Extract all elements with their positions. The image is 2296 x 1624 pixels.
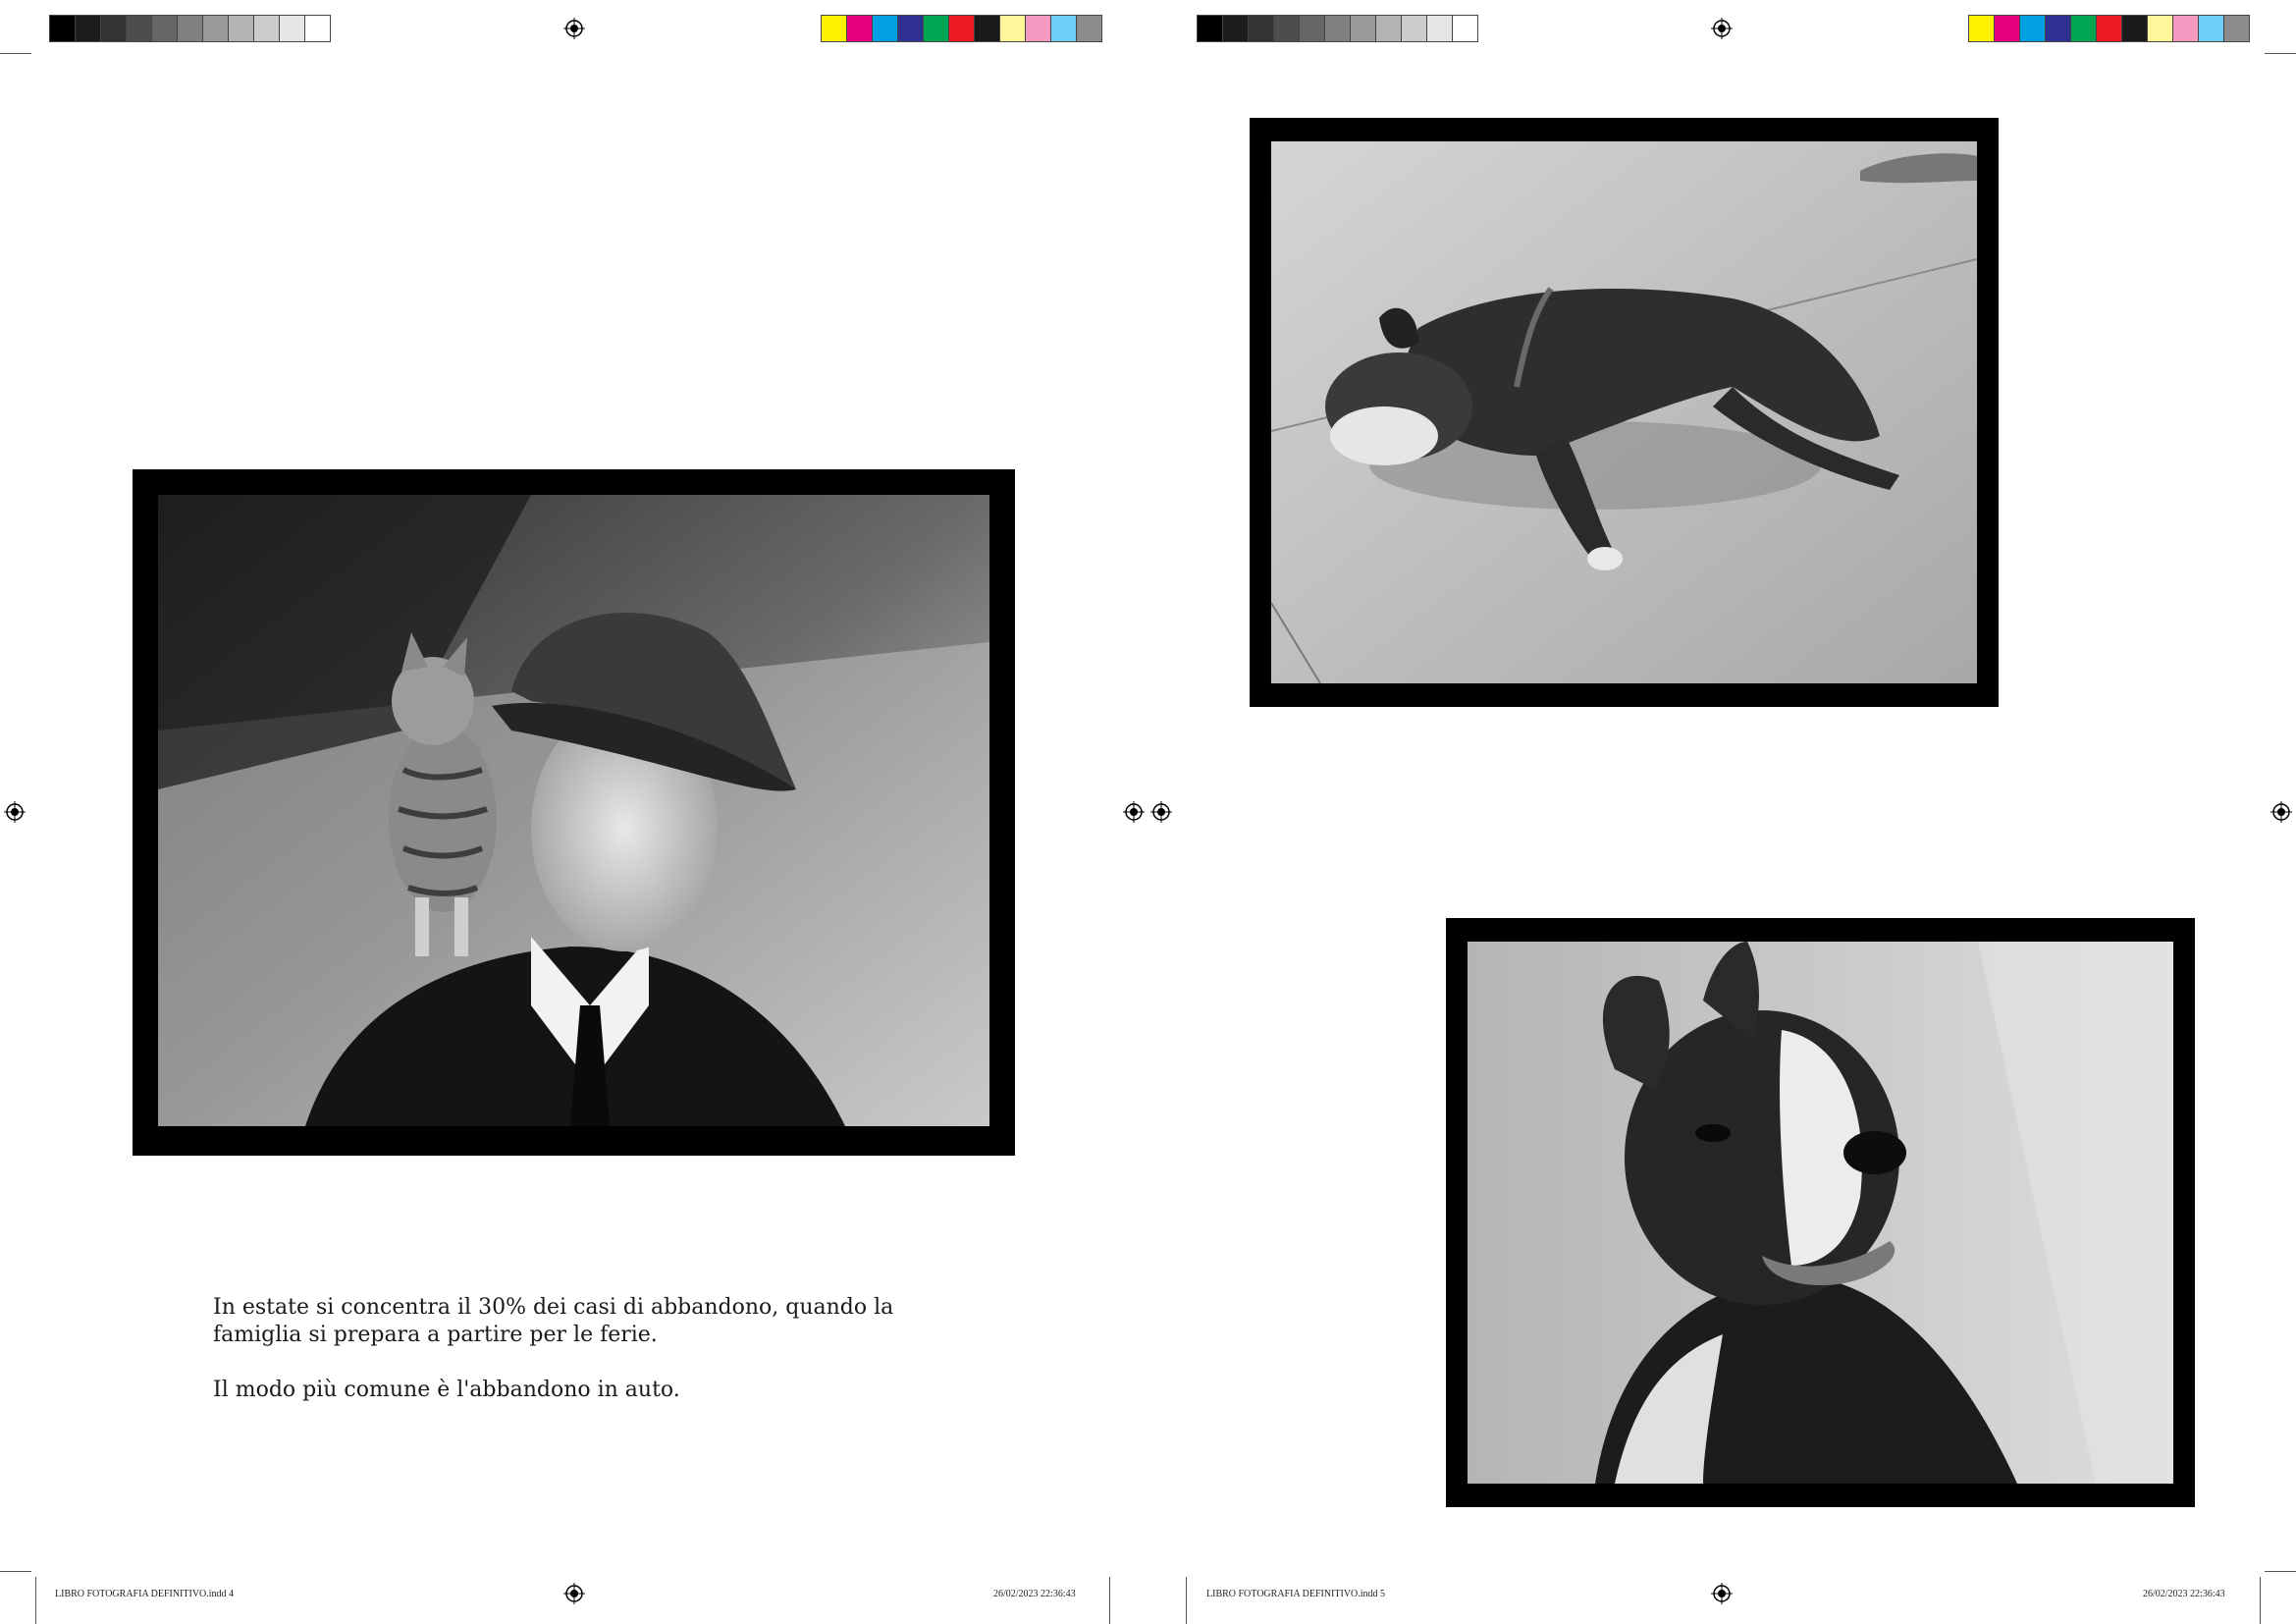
- crop-mark: [2265, 1571, 2296, 1572]
- photo-frame-dog-portrait: [1446, 918, 2195, 1507]
- color-swatch: [999, 15, 1026, 42]
- color-swatch: [897, 15, 924, 42]
- registration-mark-icon: [1123, 801, 1145, 823]
- photo-sleeping-boston-terrier-icon: [1271, 141, 1977, 683]
- color-swatch: [974, 15, 1000, 42]
- photo-boston-terrier-portrait-icon: [1468, 942, 2173, 1484]
- color-swatch-strip-right: [1968, 15, 2250, 42]
- registration-mark-icon: [1711, 18, 1733, 39]
- color-swatch: [846, 15, 873, 42]
- color-swatch: [1050, 15, 1077, 42]
- color-swatch: [2019, 15, 2046, 42]
- color-swatch: [1273, 15, 1300, 42]
- color-swatch: [2121, 15, 2148, 42]
- slug-file-name: LIBRO FOTOGRAFIA DEFINITIVO.indd 5: [1206, 1589, 1386, 1599]
- color-swatch: [49, 15, 76, 42]
- crop-mark: [1186, 1577, 1187, 1624]
- right-page: LIBRO FOTOGRAFIA DEFINITIVO.indd 5 26/02…: [1148, 0, 2296, 1624]
- color-swatch: [1452, 15, 1478, 42]
- color-swatch: [2172, 15, 2199, 42]
- color-swatch: [304, 15, 331, 42]
- color-swatch: [1299, 15, 1325, 42]
- color-swatch: [1076, 15, 1102, 42]
- crop-mark: [1109, 1577, 1110, 1624]
- registration-mark-icon: [1150, 801, 1172, 823]
- slug-datetime: 26/02/2023 22:36:43: [2143, 1589, 2225, 1599]
- crop-mark: [2265, 53, 2296, 54]
- color-swatch: [923, 15, 949, 42]
- color-swatch: [2223, 15, 2250, 42]
- color-swatch: [2070, 15, 2097, 42]
- registration-mark-icon: [4, 801, 26, 823]
- registration-mark-icon: [1711, 1583, 1733, 1604]
- color-swatch: [151, 15, 178, 42]
- crop-mark: [35, 1577, 36, 1624]
- color-swatch: [821, 15, 847, 42]
- color-swatch: [202, 15, 229, 42]
- color-swatch: [2045, 15, 2071, 42]
- gray-swatch-strip-left: [49, 15, 331, 42]
- color-swatch: [2096, 15, 2122, 42]
- slug-datetime: 26/02/2023 22:36:43: [993, 1589, 1076, 1599]
- color-swatch: [948, 15, 975, 42]
- body-paragraph-2: Il modo più comune è l'abbandono in auto…: [213, 1378, 680, 1402]
- color-swatch: [2147, 15, 2173, 42]
- color-swatch: [1968, 15, 1995, 42]
- photo-frame-sleeping-dog: [1250, 118, 1999, 707]
- color-swatch: [279, 15, 305, 42]
- crop-mark: [2260, 1577, 2261, 1624]
- slug-file-name: LIBRO FOTOGRAFIA DEFINITIVO.indd 4: [55, 1589, 235, 1599]
- color-swatch: [1025, 15, 1051, 42]
- color-swatch: [2198, 15, 2224, 42]
- body-text: In estate si concentra il 30% dei casi d…: [213, 1294, 959, 1432]
- color-swatch: [1197, 15, 1223, 42]
- left-page: In estate si concentra il 30% dei casi d…: [0, 0, 1148, 1624]
- color-swatch: [228, 15, 254, 42]
- photo-frame-man-with-cat: [133, 469, 1015, 1156]
- color-swatch: [1375, 15, 1402, 42]
- color-swatch: [1350, 15, 1376, 42]
- color-swatch: [75, 15, 101, 42]
- gray-swatch-strip-right: [1197, 15, 1478, 42]
- crop-mark: [0, 1571, 31, 1572]
- color-swatch: [253, 15, 280, 42]
- color-swatch: [1222, 15, 1249, 42]
- color-swatch: [100, 15, 127, 42]
- color-swatch: [1994, 15, 2020, 42]
- color-swatch: [1248, 15, 1274, 42]
- color-swatch: [177, 15, 203, 42]
- body-paragraph-1: In estate si concentra il 30% dei casi d…: [213, 1295, 894, 1347]
- registration-mark-icon: [2270, 801, 2292, 823]
- registration-mark-icon: [563, 18, 585, 39]
- photo-man-with-kitten-icon: [158, 495, 989, 1126]
- color-swatch: [1426, 15, 1453, 42]
- color-swatch: [1324, 15, 1351, 42]
- color-swatch: [872, 15, 898, 42]
- color-swatch-strip-left: [821, 15, 1102, 42]
- crop-mark: [0, 53, 31, 54]
- color-swatch: [126, 15, 152, 42]
- color-swatch: [1401, 15, 1427, 42]
- registration-mark-icon: [563, 1583, 585, 1604]
